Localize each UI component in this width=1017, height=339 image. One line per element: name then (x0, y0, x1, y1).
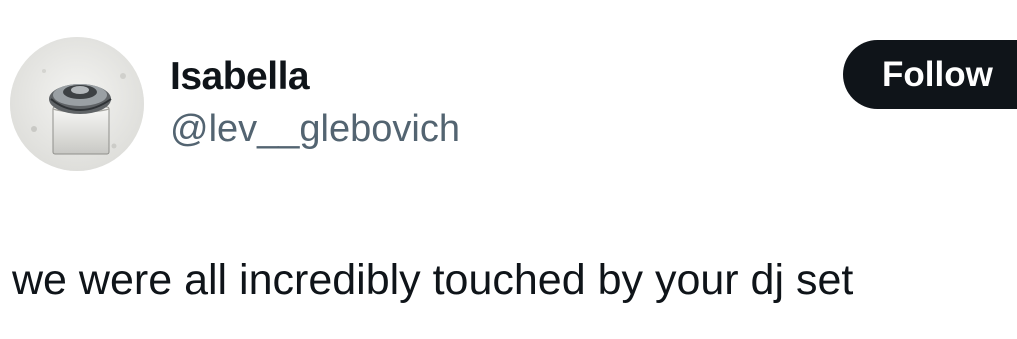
tweet-card: Isabella @lev__glebovich Follow we were … (0, 0, 1017, 339)
tweet-text: we were all incredibly touched by your d… (12, 256, 854, 304)
user-handle[interactable]: @lev__glebovich (170, 106, 790, 152)
display-name[interactable]: Isabella (170, 53, 790, 101)
avatar[interactable] (10, 37, 144, 171)
follow-button[interactable]: Follow (843, 40, 1017, 109)
profile-photo-icon (10, 37, 144, 171)
user-meta: Isabella @lev__glebovich (170, 53, 790, 152)
